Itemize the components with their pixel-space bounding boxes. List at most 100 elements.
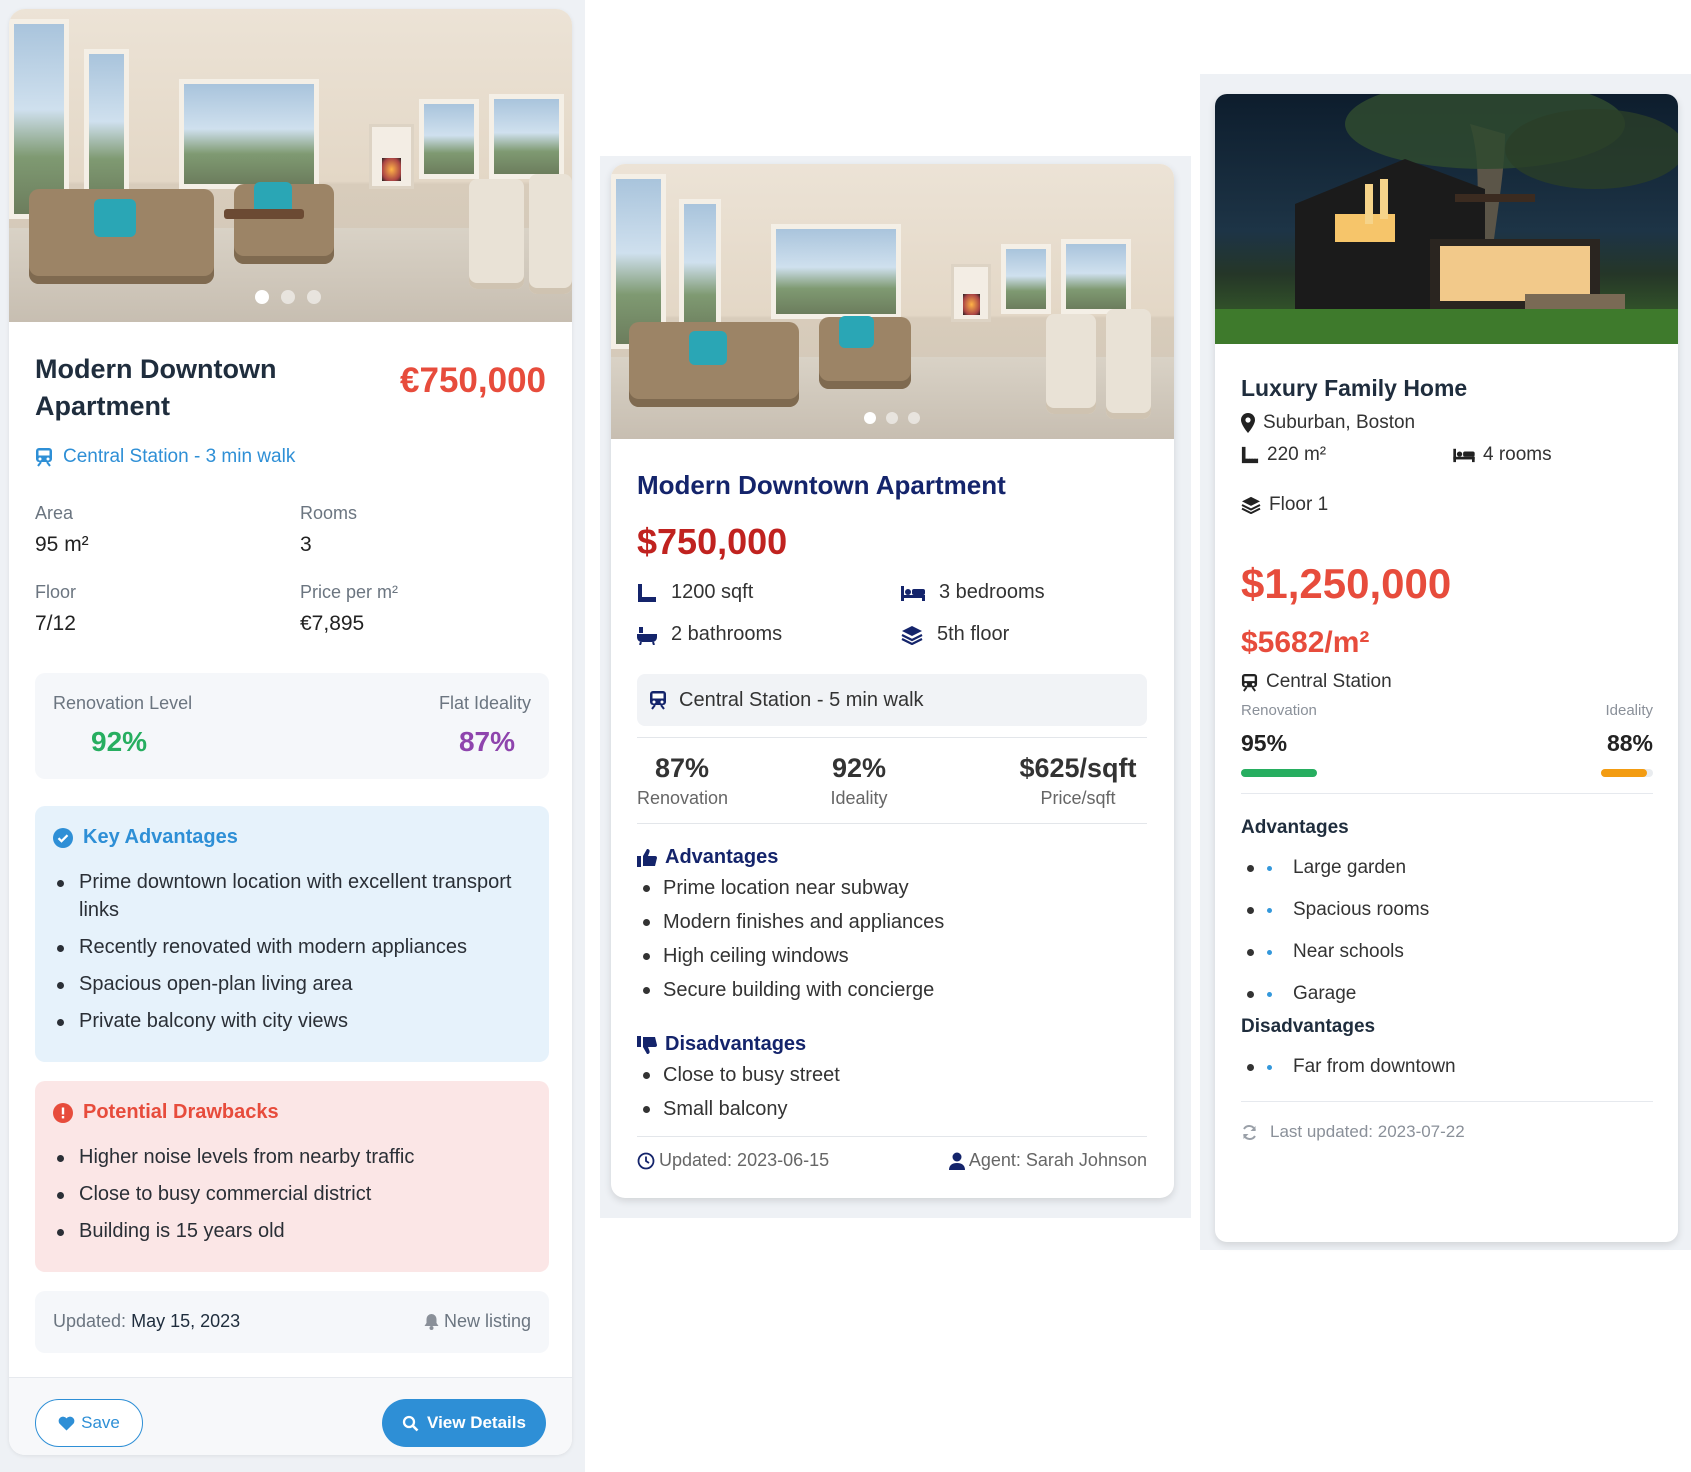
- drawbacks-list: Higher noise levels from nearby traffic …: [53, 1143, 531, 1245]
- stat-value: 92%: [831, 753, 887, 783]
- floor-text: Floor 1: [1269, 494, 1329, 515]
- status-badge: New listing: [424, 1311, 531, 1332]
- feature-floor: 5th floor: [901, 623, 1009, 646]
- feature-area: 1200 sqft: [637, 581, 753, 604]
- advantages-list: Prime downtown location with excellent t…: [53, 868, 531, 1035]
- ideality-value: 88%: [1606, 730, 1653, 756]
- list-item: Near schools: [1241, 931, 1429, 973]
- list-item: Garage: [1241, 973, 1429, 1015]
- updated-label: Updated:: [53, 1311, 127, 1331]
- renovation-label: Renovation Level: [53, 693, 193, 713]
- ideality-value: 87%: [458, 726, 515, 757]
- view-details-button[interactable]: View Details: [382, 1399, 546, 1447]
- list-item: Large garden: [1241, 847, 1429, 889]
- carousel-dots[interactable]: [864, 412, 920, 424]
- property-photo[interactable]: [9, 9, 572, 322]
- list-item: Secure building with concierge: [637, 973, 944, 1007]
- ideality-bar: [1601, 769, 1647, 777]
- area-text: 220 m²: [1267, 444, 1327, 465]
- layers-icon: [1241, 496, 1261, 514]
- bath-icon: [637, 625, 657, 645]
- advantages-title: Advantages: [1241, 817, 1349, 838]
- thumbs-down-icon: [637, 1035, 657, 1054]
- advantages-box: Key Advantages Prime downtown location w…: [35, 806, 549, 1062]
- stat-label: Ideality: [830, 788, 888, 808]
- property-price: $1,250,000: [1241, 560, 1452, 607]
- train-icon: [649, 690, 667, 710]
- carousel-dot[interactable]: [255, 290, 269, 304]
- advantages-title: Advantages: [665, 846, 779, 868]
- renovation-bar: [1241, 769, 1317, 777]
- feature-text: 3 bedrooms: [939, 581, 1045, 603]
- disadvantages-list: Close to busy street Small balcony: [637, 1058, 840, 1126]
- last-updated-info: Last updated: 2023-07-22: [1241, 1122, 1465, 1142]
- advantages-header: Key Advantages: [53, 826, 238, 849]
- feature-text: 1200 sqft: [671, 581, 754, 603]
- ruler-icon: [1241, 446, 1259, 464]
- property-title: Luxury Family Home: [1241, 375, 1468, 401]
- view-details-label: View Details: [427, 1413, 526, 1432]
- bell-icon: [424, 1313, 439, 1330]
- card-footer: Save View Details: [9, 1377, 572, 1455]
- ideality-label: Flat Ideality: [438, 693, 531, 713]
- save-button[interactable]: Save: [35, 1399, 143, 1447]
- agent-info[interactable]: Agent: Sarah Johnson: [948, 1150, 1147, 1171]
- advantages-header: Advantages: [637, 846, 778, 869]
- list-item: Close to busy commercial district: [53, 1180, 531, 1208]
- list-item: Private balcony with city views: [53, 1007, 531, 1035]
- list-item: Recently renovated with modern appliance…: [53, 933, 531, 961]
- updated-info: Updated: May 15, 2023: [53, 1311, 240, 1332]
- advantages-title: Key Advantages: [83, 826, 238, 848]
- train-icon: [35, 447, 53, 467]
- drawbacks-box: Potential Drawbacks Higher noise levels …: [35, 1081, 549, 1272]
- stat-renovation: 87% Renovation: [637, 753, 728, 809]
- carousel-dot[interactable]: [281, 290, 295, 304]
- check-circle-icon: [53, 827, 73, 848]
- renovation-value: 92%: [91, 726, 148, 757]
- rooms-text: 4 rooms: [1483, 444, 1552, 465]
- price-per-m2: $5682/m²: [1241, 626, 1370, 659]
- listing-panel-2: Modern Downtown Apartment $750,000 1200 …: [600, 156, 1191, 1218]
- carousel-dot[interactable]: [908, 412, 920, 424]
- stat-ideality: 92% Ideality: [824, 753, 894, 809]
- train-icon: [1241, 673, 1258, 692]
- carousel-dot[interactable]: [864, 412, 876, 424]
- list-item: Small balcony: [637, 1092, 840, 1126]
- updated-info: Updated: 2023-06-15: [637, 1150, 829, 1171]
- listing-panel-3: Luxury Family Home Suburban, Boston 220 …: [1200, 74, 1691, 1250]
- clock-icon: [637, 1152, 655, 1170]
- property-title: Modern Downtown Apartment: [637, 470, 1006, 500]
- property-price: €750,000: [400, 361, 546, 400]
- stat-label: Price/sqft: [1040, 788, 1116, 808]
- stat-value: $625/sqft: [1019, 753, 1137, 783]
- transit-info: Central Station - 5 min walk: [637, 674, 1147, 726]
- drawbacks-header: Potential Drawbacks: [53, 1101, 279, 1124]
- list-item: Modern finishes and appliances: [637, 905, 944, 939]
- price-per-m2-value: €7,895: [300, 612, 365, 635]
- location-info: Suburban, Boston: [1241, 412, 1415, 434]
- drawbacks-title: Potential Drawbacks: [83, 1101, 279, 1123]
- property-photo[interactable]: [1215, 94, 1678, 344]
- carousel-dot[interactable]: [307, 290, 321, 304]
- area-label: Area: [35, 503, 74, 523]
- user-icon: [948, 1152, 965, 1170]
- area-value: 95 m²: [35, 533, 89, 556]
- divider: [637, 823, 1147, 824]
- updated-date: May 15, 2023: [131, 1311, 241, 1331]
- divider: [637, 737, 1147, 738]
- floor-info: Floor 1: [1241, 494, 1328, 516]
- heart-icon: [58, 1416, 75, 1431]
- property-photo[interactable]: [611, 164, 1174, 439]
- list-item: Spacious open-plan living area: [53, 970, 531, 998]
- list-item: Close to busy street: [637, 1058, 840, 1092]
- refresh-icon: [1241, 1124, 1258, 1141]
- save-label: Save: [81, 1413, 120, 1432]
- alert-circle-icon: [53, 1102, 73, 1123]
- disadvantages-list: Far from downtown: [1241, 1046, 1456, 1088]
- disadvantages-title: Disadvantages: [665, 1033, 807, 1055]
- carousel-dot[interactable]: [886, 412, 898, 424]
- ruler-icon: [637, 583, 657, 603]
- list-item: Prime downtown location with excellent t…: [53, 868, 531, 924]
- carousel-dots[interactable]: [255, 290, 321, 304]
- agent-text: Agent: Sarah Johnson: [968, 1150, 1147, 1170]
